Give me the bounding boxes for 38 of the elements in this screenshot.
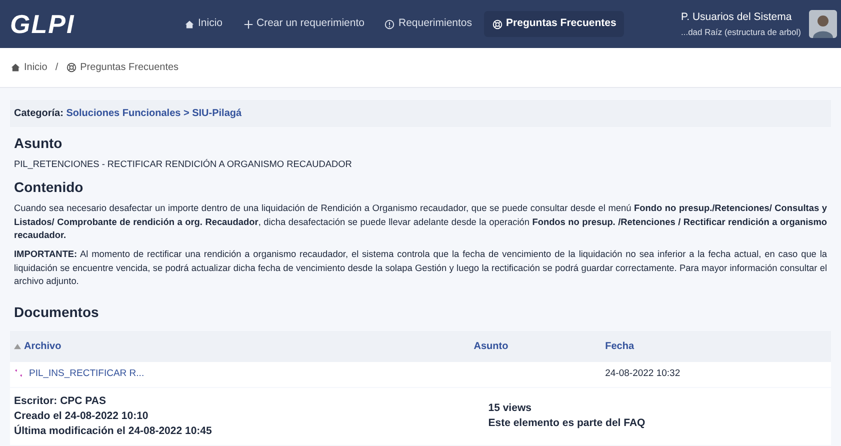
column-label: Archivo: [24, 341, 62, 352]
section-heading: Documentos: [14, 303, 100, 322]
info-text: Este elemento es parte del FAQ: [488, 416, 646, 432]
lifebuoy-icon: [66, 62, 78, 73]
content-paragraph: Cuando sea necesario desafectar un importe dentro de una liquidación de Rendición a Organismo recaudador, que se puede consultar desde el menú Fondo no presup./Retenciones/ Consultas y Listados/ Comprobante de rendición a org. Recaudador, dicha desafectación se puede llevar adelante desde la operación Fondos no presup. /Retenciones / Rectificar rendición a organismo recaudador.: [14, 202, 827, 242]
info-text: Creado el 24-08-2022 10:10: [14, 408, 150, 424]
section-heading: Asunto: [14, 134, 64, 153]
sort-icon: [14, 343, 21, 350]
breadcrumb-link[interactable]: Inicio: [10, 60, 48, 75]
info-text: Última modificación el 24-08-2022 10:45: [14, 424, 213, 440]
logo[interactable]: GLPI: [10, 4, 160, 44]
info-text: Escritor: CPC PAS: [14, 394, 107, 409]
nav-link[interactable]: Inicio: [176, 11, 231, 37]
entity-name: ...dad Raíz (estructura de arbol): [680, 26, 801, 38]
alert-icon: [384, 18, 396, 30]
nav-link[interactable]: Requerimientos: [376, 11, 480, 37]
section-heading: Contenido: [14, 178, 84, 198]
category-label: Categoría:: [14, 108, 64, 119]
user-name: P. Usuarios del Sistema: [680, 10, 793, 25]
table-cell: 24-08-2022 10:32: [601, 362, 831, 387]
nav-link[interactable]: Crear un requerimiento: [234, 11, 372, 37]
file-icon: [14, 368, 24, 379]
content-paragraph: IMPORTANTE: Al momento de rectificar una rendición a organismo recaudador, el sistema controla que la fecha de vencimiento de la liquidación no sea inferior a la fecha actual, en caso que la liquidación se encuentre vencida, se podrá actualizar dicha fecha de vencimiento desde la solapa Gestión y luego la rectificación se podrá guardar correctamente. Para mayor información consultar el archivo adjunto.: [14, 248, 827, 288]
avatar[interactable]: [809, 10, 837, 38]
breadcrumb-separator: /: [55, 61, 58, 75]
breadcrumb-link[interactable]: Preguntas Frecuentes: [66, 60, 179, 75]
column-header[interactable]: Asunto: [470, 331, 602, 362]
subject-text: PIL_RETENCIONES - RECTIFICAR RENDICIÓN A ORGANISMO RECAUDADOR: [14, 158, 353, 171]
category-link[interactable]: Soluciones Funcionales > SIU-Pilagá: [66, 108, 242, 119]
home-icon: [10, 62, 21, 73]
home-icon: [184, 18, 195, 30]
plus-icon: [242, 18, 254, 30]
column-header[interactable]: Fecha: [601, 331, 831, 362]
file-link[interactable]: PIL_INS_RECTIFICAR R...: [29, 368, 144, 380]
nav-link[interactable]: Preguntas Frecuentes: [484, 11, 624, 37]
info-text: 15 views: [488, 401, 532, 416]
lifebuoy-icon: [492, 18, 504, 30]
column-header[interactable]: Archivo: [10, 331, 470, 362]
